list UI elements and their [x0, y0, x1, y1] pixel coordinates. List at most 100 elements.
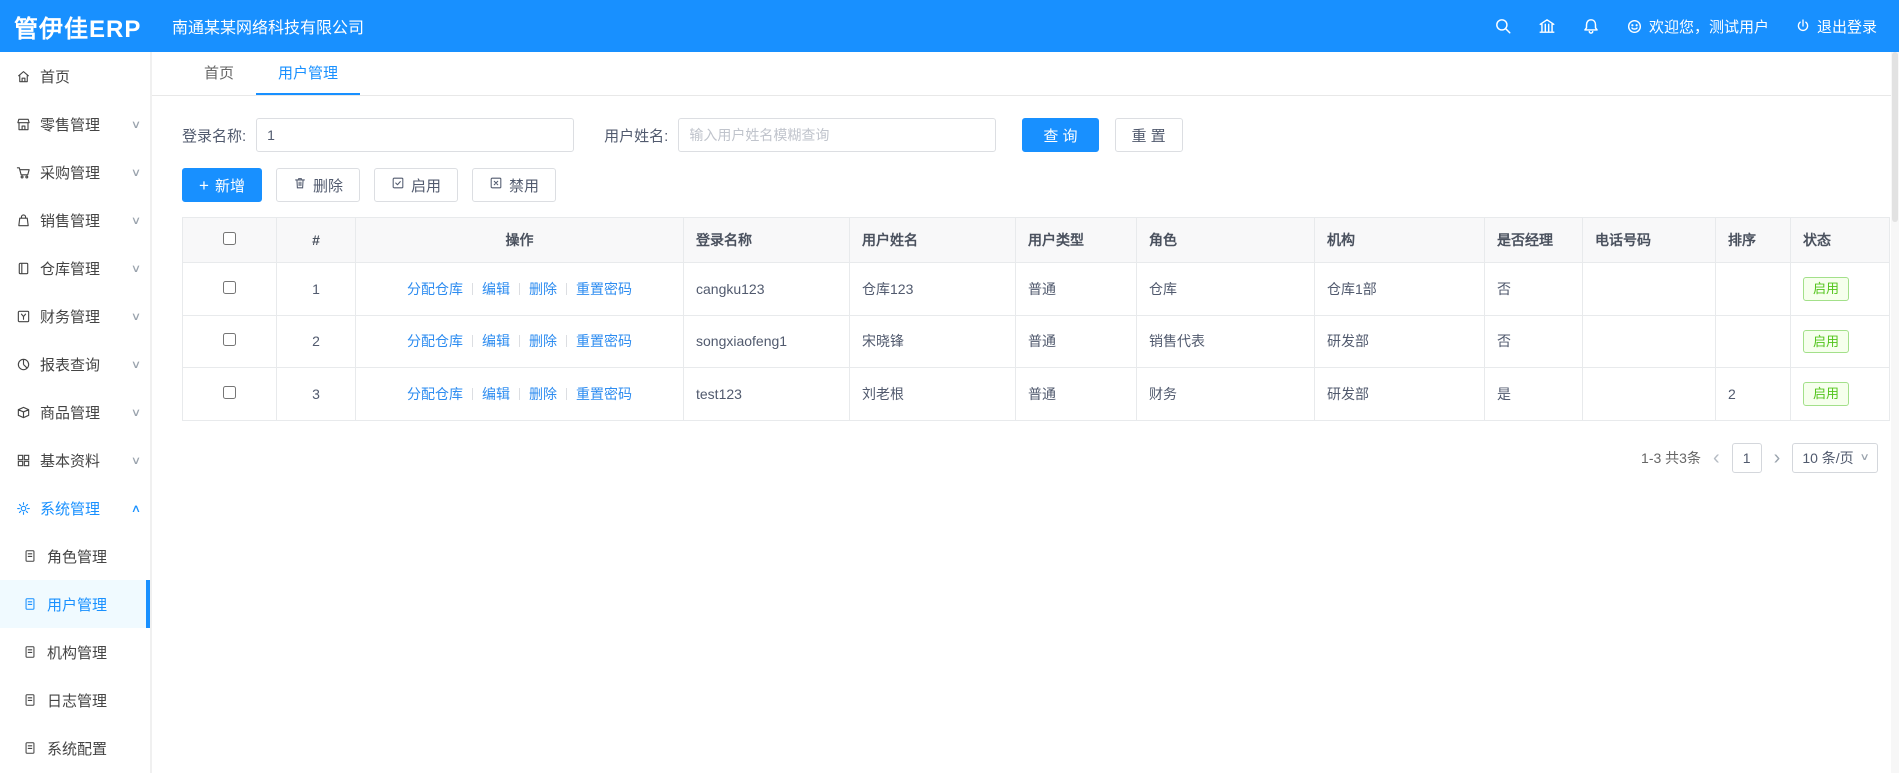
- cell-type: 普通: [1015, 262, 1137, 316]
- sidebar-item-label: 首页: [40, 68, 71, 86]
- chevron-down-icon: ∨: [130, 214, 142, 227]
- reset-password-link[interactable]: 重置密码: [576, 386, 632, 402]
- assign-warehouse-link[interactable]: 分配仓库: [407, 386, 463, 402]
- pagination: 1-3 共3条 ‹ 1 › 10 条/页 ∨: [182, 442, 1884, 473]
- delete-link[interactable]: 删除: [529, 386, 557, 402]
- sidebar-item-label: 角色管理: [47, 548, 108, 566]
- cell-manager: 是: [1484, 367, 1583, 421]
- cell-role: 仓库: [1136, 262, 1315, 316]
- page-size-select[interactable]: 10 条/页 ∨: [1792, 442, 1878, 473]
- row-checkbox[interactable]: [223, 280, 236, 294]
- row-checkbox[interactable]: [223, 385, 236, 399]
- table-header-row: # 操作 登录名称 用户姓名 用户类型 角色 机构 是否经理 电话号码 排序 状…: [182, 217, 1890, 263]
- sidebar-item-label: 零售管理: [40, 116, 101, 134]
- assign-warehouse-link[interactable]: 分配仓库: [407, 333, 463, 349]
- assign-warehouse-link[interactable]: 分配仓库: [407, 281, 463, 297]
- logout-label: 退出登录: [1816, 18, 1877, 36]
- sidebar-item-label: 商品管理: [40, 404, 101, 422]
- sidebar-item-basic-data[interactable]: 基本资料 ∨: [0, 436, 150, 484]
- col-header-index: #: [276, 217, 356, 263]
- disable-button-label: 禁用: [508, 177, 539, 195]
- sidebar-item-role-mgmt[interactable]: 角色管理: [0, 532, 150, 580]
- row-index: 1: [276, 262, 356, 316]
- col-header-phone: 电话号码: [1582, 217, 1716, 263]
- document-icon: [22, 597, 38, 611]
- tabbar: 首页 用户管理: [152, 52, 1899, 96]
- add-button[interactable]: + 新增: [182, 168, 262, 202]
- sidebar-item-goods[interactable]: 商品管理 ∨: [0, 388, 150, 436]
- sidebar-item-system[interactable]: 系统管理 ∧: [0, 484, 150, 532]
- chevron-down-icon: ∨: [130, 406, 142, 419]
- next-page-icon[interactable]: ›: [1774, 448, 1781, 468]
- select-all-checkbox[interactable]: [223, 232, 236, 245]
- scrollbar-thumb[interactable]: [1892, 52, 1898, 222]
- user-name-label: 用户姓名:: [604, 127, 669, 145]
- chevron-down-icon: ∨: [130, 358, 142, 371]
- table-row: 3 分配仓库 编辑 删除 重置密码 test123 刘老根 普通 财务 研发部 是 2…: [182, 367, 1890, 421]
- edit-link[interactable]: 编辑: [482, 333, 510, 349]
- cell-org: 研发部: [1314, 314, 1485, 369]
- page-size-value: 10 条/页: [1802, 449, 1854, 466]
- disable-button[interactable]: 禁用: [471, 168, 556, 202]
- sidebar-item-sales[interactable]: 销售管理 ∨: [0, 196, 150, 244]
- tab-user-mgmt[interactable]: 用户管理: [256, 52, 361, 95]
- sidebar-item-user-mgmt[interactable]: 用户管理: [0, 580, 150, 628]
- sidebar-item-system-config[interactable]: 系统配置: [0, 724, 150, 772]
- pie-chart-icon: [15, 357, 31, 372]
- divider: [519, 282, 520, 295]
- store-icon: [15, 117, 31, 132]
- cell-manager: 否: [1484, 262, 1583, 316]
- user-welcome[interactable]: 欢迎您，测试用户: [1626, 16, 1769, 37]
- home-bank-icon[interactable]: [1538, 17, 1556, 35]
- divider: [472, 282, 473, 295]
- sidebar-item-retail[interactable]: 零售管理 ∨: [0, 100, 150, 148]
- cell-role: 财务: [1136, 367, 1315, 421]
- cell-role: 销售代表: [1136, 314, 1315, 369]
- row-checkbox[interactable]: [223, 333, 236, 347]
- chevron-down-icon: ∨: [130, 454, 142, 467]
- sidebar-item-label: 销售管理: [40, 212, 101, 230]
- welcome-text: 欢迎您，测试用户: [1648, 18, 1769, 36]
- cell-phone: [1582, 367, 1716, 421]
- grid-icon: [15, 453, 31, 468]
- reset-password-link[interactable]: 重置密码: [576, 281, 632, 297]
- cell-org: 研发部: [1314, 367, 1485, 421]
- page-number[interactable]: 1: [1731, 442, 1762, 473]
- sidebar-item-org-mgmt[interactable]: 机构管理: [0, 628, 150, 676]
- login-name-input[interactable]: [256, 118, 575, 152]
- delete-link[interactable]: 删除: [529, 333, 557, 349]
- edit-link[interactable]: 编辑: [482, 281, 510, 297]
- reset-button[interactable]: 重 置: [1114, 118, 1183, 152]
- document-icon: [22, 645, 38, 659]
- user-name-input[interactable]: [678, 118, 997, 152]
- sidebar-item-log-mgmt[interactable]: 日志管理: [0, 676, 150, 724]
- prev-page-icon[interactable]: ‹: [1713, 448, 1720, 468]
- trash-icon: [293, 176, 307, 194]
- search-icon[interactable]: [1494, 17, 1512, 35]
- toolbar: + 新增 删除 启用 禁用: [182, 168, 1884, 202]
- tab-home[interactable]: 首页: [182, 52, 256, 95]
- sidebar-item-purchase[interactable]: 采购管理 ∨: [0, 148, 150, 196]
- cell-phone: [1582, 314, 1716, 369]
- status-badge: 启用: [1803, 277, 1850, 301]
- enable-button[interactable]: 启用: [373, 168, 458, 202]
- query-button[interactable]: 查 询: [1022, 118, 1099, 152]
- edit-link[interactable]: 编辑: [482, 386, 510, 402]
- logout-button[interactable]: 退出登录: [1795, 16, 1877, 37]
- search-form: 登录名称: 用户姓名: 查 询 重 置: [182, 118, 1884, 152]
- delete-link[interactable]: 删除: [529, 281, 557, 297]
- sidebar-item-label: 财务管理: [40, 308, 101, 326]
- sidebar-item-home[interactable]: 首页: [0, 52, 150, 100]
- sidebar-item-warehouse[interactable]: 仓库管理 ∨: [0, 244, 150, 292]
- reset-password-link[interactable]: 重置密码: [576, 333, 632, 349]
- bell-icon[interactable]: [1582, 17, 1600, 35]
- sidebar-item-label: 日志管理: [47, 692, 108, 710]
- row-index: 3: [276, 367, 356, 421]
- bag-icon: [15, 213, 31, 228]
- divider: [566, 387, 567, 400]
- sidebar-item-finance[interactable]: 财务管理 ∨: [0, 292, 150, 340]
- sidebar-item-reports[interactable]: 报表查询 ∨: [0, 340, 150, 388]
- scrollbar[interactable]: [1891, 52, 1899, 773]
- row-index: 2: [276, 314, 356, 369]
- delete-button[interactable]: 删除: [275, 168, 360, 202]
